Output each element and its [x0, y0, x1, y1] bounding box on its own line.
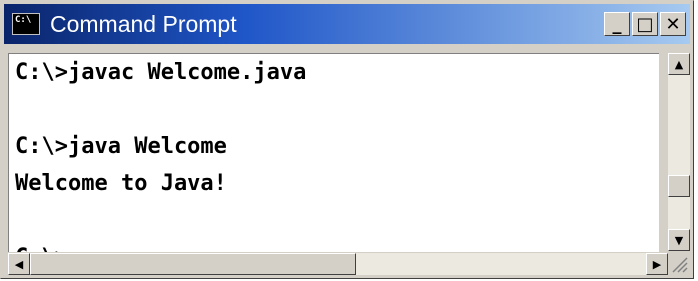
window-controls: _ □ ✕ [602, 12, 686, 36]
scroll-right-icon[interactable]: ▶ [646, 253, 668, 275]
console-prompt-line: C:\> [9, 239, 659, 252]
title-bar[interactable]: C:\ Command Prompt _ □ ✕ [4, 4, 690, 44]
command-prompt-window: C:\ Command Prompt _ □ ✕ C:\>javac Welco… [0, 0, 694, 279]
scroll-up-icon[interactable]: ▲ [668, 53, 690, 75]
window-title: Command Prompt [50, 10, 237, 37]
vertical-scrollbar[interactable]: ▲ ▼ [668, 53, 690, 251]
scroll-down-icon[interactable]: ▼ [668, 229, 690, 251]
console-line: Welcome to Java! [15, 171, 227, 196]
horizontal-scrollbar[interactable]: ◀ ▶ [8, 253, 668, 275]
console-client-area: C:\>javac Welcome.java C:\>java Welcome … [4, 49, 692, 277]
close-button[interactable]: ✕ [660, 12, 686, 36]
resize-grip-icon[interactable] [668, 253, 690, 275]
scroll-left-icon[interactable]: ◀ [8, 253, 30, 275]
console-line: C:\>javac Welcome.java [15, 60, 307, 85]
maximize-button[interactable]: □ [632, 12, 658, 36]
console-line: C:\>java Welcome [15, 134, 227, 159]
console-output[interactable]: C:\>javac Welcome.java C:\>java Welcome … [8, 53, 659, 252]
horizontal-scroll-thumb[interactable] [30, 253, 356, 275]
vertical-scroll-thumb[interactable] [668, 175, 690, 197]
console-icon-label: C:\ [15, 15, 32, 25]
minimize-button[interactable]: _ [604, 12, 630, 36]
console-icon[interactable]: C:\ [12, 13, 40, 35]
